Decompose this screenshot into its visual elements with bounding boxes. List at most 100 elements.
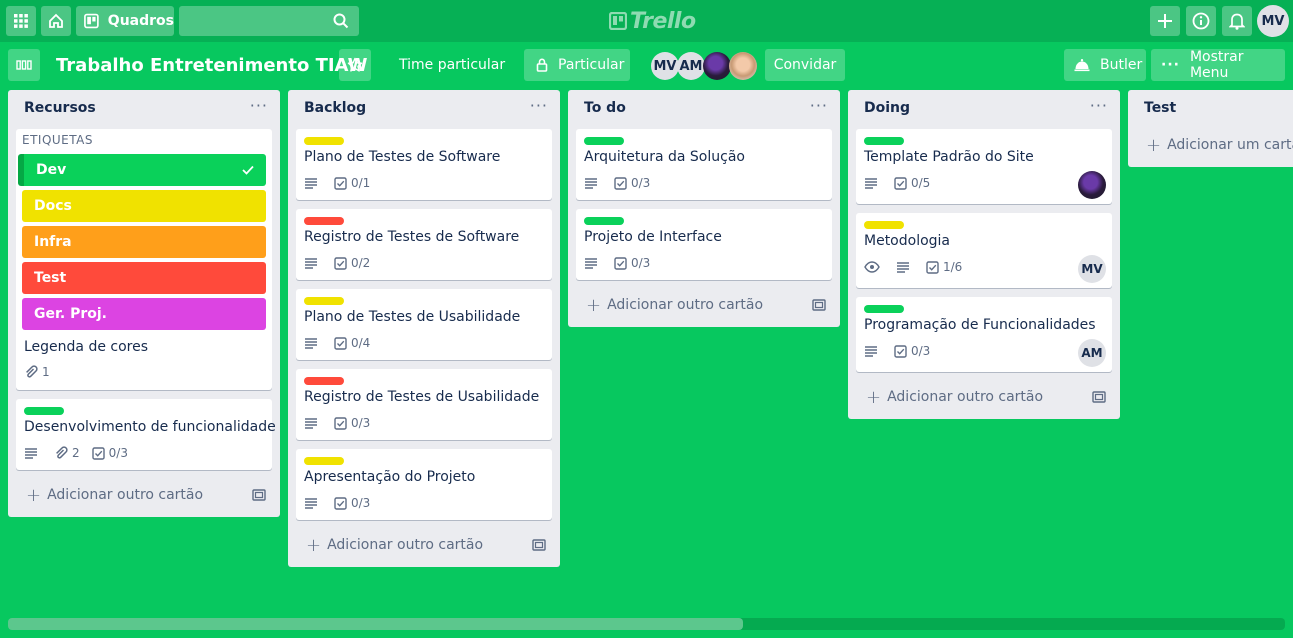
card-template-padrao-site[interactable]: Template Padrão do Site 0/5: [856, 129, 1112, 204]
list-doing: Doing ··· Template Padrão do Site 0/5 Me…: [848, 90, 1120, 419]
card-registro-testes-software[interactable]: Registro de Testes de Software 0/2: [296, 209, 552, 280]
search-input[interactable]: [179, 6, 359, 36]
card-badges: 1: [24, 363, 62, 381]
label-red: [304, 377, 344, 385]
card-registro-testes-usabilidade[interactable]: Registro de Testes de Usabilidade 0/3: [296, 369, 552, 440]
list-to-do: To do ··· Arquitetura da Solução 0/3 Pro…: [568, 90, 840, 327]
add-card-button[interactable]: + Adicionar um cartão: [1136, 131, 1293, 159]
team-button[interactable]: Time particular: [399, 49, 505, 81]
checklist-icon: [334, 176, 347, 190]
lock-icon: [536, 58, 548, 72]
card-metodologia[interactable]: Metodologia 1/6 MV: [856, 213, 1112, 288]
card-title: Legenda de cores: [24, 339, 149, 355]
checklist-badge: 0/3: [614, 176, 650, 190]
member-avatar-photo-1[interactable]: [703, 52, 731, 80]
card-arquitetura-solucao[interactable]: Arquitetura da Solução 0/3: [576, 129, 832, 200]
checklist-icon: [926, 260, 939, 274]
card-template-icon[interactable]: [532, 538, 546, 552]
description-badge: [304, 417, 322, 429]
apps-button[interactable]: [6, 6, 36, 36]
plus-icon: [1158, 14, 1172, 28]
card-desenvolvimento[interactable]: Desenvolvimento de funcionalidade 2 0/3: [16, 399, 276, 470]
butler-button[interactable]: Butler: [1064, 49, 1146, 81]
label-docs[interactable]: Docs: [22, 190, 266, 222]
add-card-button[interactable]: + Adicionar outro cartão: [16, 481, 272, 509]
label-infra[interactable]: Infra: [22, 226, 266, 258]
list-header[interactable]: To do ···: [568, 90, 840, 128]
board-title[interactable]: Trabalho Entretenimento TIAW: [56, 49, 368, 81]
list-menu-icon[interactable]: ···: [1090, 96, 1108, 115]
notifications-button[interactable]: [1222, 6, 1252, 36]
add-card-label: Adicionar outro cartão: [887, 389, 1044, 405]
create-button[interactable]: [1150, 6, 1180, 36]
label-test[interactable]: Test: [22, 262, 266, 294]
checklist-count: 0/3: [911, 344, 931, 358]
list-header[interactable]: Test: [1128, 90, 1293, 128]
card-title: Plano de Testes de Usabilidade: [304, 309, 521, 325]
info-button[interactable]: [1186, 6, 1216, 36]
card-title: Registro de Testes de Software: [304, 229, 520, 245]
show-menu-button[interactable]: ··· Mostrar Menu: [1151, 49, 1285, 81]
card-title: Projeto de Interface: [584, 229, 722, 245]
card-plano-testes-software[interactable]: Plano de Testes de Software 0/1: [296, 129, 552, 200]
member-avatar-mv[interactable]: MV: [651, 52, 679, 80]
add-card-button[interactable]: + Adicionar outro cartão: [296, 531, 552, 559]
trello-logo[interactable]: Trello: [609, 8, 696, 34]
member-avatar-photo-2[interactable]: [729, 52, 757, 80]
label-green: [864, 137, 904, 145]
checklist-count: 0/3: [351, 496, 371, 510]
paperclip-icon: [56, 446, 68, 459]
team-label: Time particular: [399, 57, 506, 73]
board-scrollbar-thumb[interactable]: [8, 618, 743, 630]
board-view-switcher[interactable]: [8, 49, 40, 81]
card-badges: 2 0/3: [24, 444, 140, 462]
card-template-icon[interactable]: [1092, 390, 1106, 404]
invite-button[interactable]: Convidar: [765, 49, 845, 81]
checklist-icon: [614, 256, 627, 270]
card-member-avatar-photo[interactable]: [1078, 171, 1106, 199]
user-avatar[interactable]: MV: [1257, 5, 1289, 37]
list-menu-icon[interactable]: ···: [530, 96, 548, 115]
plus-icon: +: [1146, 134, 1162, 156]
list-header[interactable]: Doing ···: [848, 90, 1120, 128]
card-title: Desenvolvimento de funcionalidade: [24, 419, 276, 435]
add-card-button[interactable]: + Adicionar outro cartão: [856, 383, 1112, 411]
boards-button[interactable]: Quadros: [76, 6, 174, 36]
list-menu-icon[interactable]: ···: [810, 96, 828, 115]
add-card-label: Adicionar outro cartão: [607, 297, 764, 313]
card-projeto-interface[interactable]: Projeto de Interface 0/3: [576, 209, 832, 280]
checklist-icon: [334, 256, 347, 270]
checklist-count: 0/3: [631, 176, 651, 190]
member-avatar-am[interactable]: AM: [677, 52, 705, 80]
star-board-button[interactable]: [339, 49, 371, 81]
checklist-badge: 0/3: [91, 446, 128, 460]
list-header[interactable]: Recursos ···: [8, 90, 280, 128]
card-template-icon[interactable]: [252, 488, 266, 502]
list-backlog: Backlog ··· Plano de Testes de Software …: [288, 90, 560, 567]
member-initials: AM: [1081, 346, 1103, 360]
card-template-icon[interactable]: [812, 298, 826, 312]
checklist-icon: [334, 336, 347, 350]
card-apresentacao-projeto[interactable]: Apresentação do Projeto 0/3: [296, 449, 552, 520]
list-menu-icon[interactable]: ···: [250, 96, 268, 115]
label-ger-proj[interactable]: Ger. Proj.: [22, 298, 266, 330]
checklist-count: 0/3: [108, 446, 128, 460]
card-member-avatar-am[interactable]: AM: [1078, 339, 1106, 367]
card-programacao-funcionalidades[interactable]: Programação de Funcionalidades 0/3 AM: [856, 297, 1112, 372]
label-green: [864, 305, 904, 313]
visibility-button[interactable]: Particular: [524, 49, 630, 81]
card-badges: 0/1: [304, 174, 382, 192]
list-header[interactable]: Backlog ···: [288, 90, 560, 128]
label-yellow: [864, 221, 904, 229]
card-legenda-de-cores[interactable]: ETIQUETAS Dev Docs Infra Test Ger. Proj.…: [16, 129, 272, 390]
card-plano-testes-usabilidade[interactable]: Plano de Testes de Usabilidade 0/4: [296, 289, 552, 360]
member-initials: MV: [653, 58, 677, 74]
card-member-avatar-mv[interactable]: MV: [1078, 255, 1106, 283]
add-card-button[interactable]: + Adicionar outro cartão: [576, 291, 832, 319]
label-dev[interactable]: Dev: [18, 154, 266, 186]
add-card-label: Adicionar outro cartão: [327, 537, 484, 553]
home-button[interactable]: [41, 6, 71, 36]
card-badges: 0/3: [584, 254, 662, 272]
check-icon: [242, 165, 254, 175]
card-badges: 0/3: [864, 342, 942, 360]
